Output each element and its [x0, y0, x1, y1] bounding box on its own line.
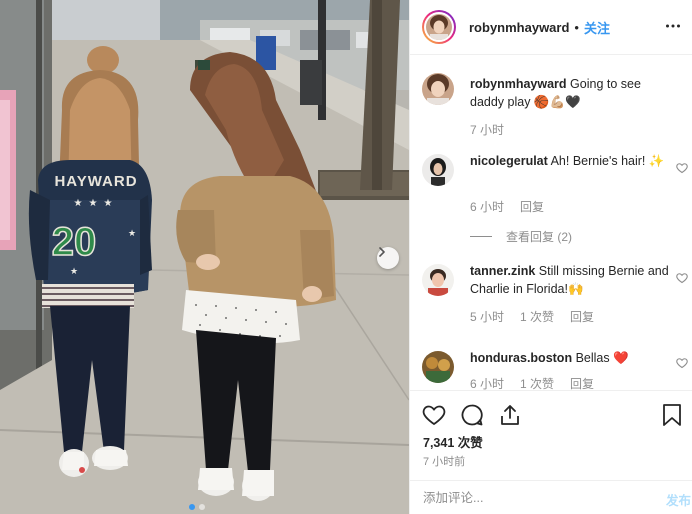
more-options-button[interactable]: [665, 18, 681, 37]
comment-likes[interactable]: 1 次赞: [520, 308, 554, 325]
svg-text:★★★: ★★★: [74, 198, 119, 209]
share-icon: [501, 405, 519, 425]
caption-username[interactable]: robynmhayward: [470, 77, 567, 91]
comment-text: Ah! Bernie's hair! ✨: [550, 154, 665, 168]
heart-icon: [422, 405, 446, 426]
like-button[interactable]: [422, 403, 446, 430]
view-replies-button[interactable]: 查看回复 (2): [470, 228, 572, 245]
add-comment-bar: 发布: [410, 480, 692, 514]
share-button[interactable]: [498, 403, 522, 430]
author-username[interactable]: robynmhayward: [469, 20, 569, 35]
caption-time[interactable]: 7 小时: [470, 121, 504, 138]
post-timestamp[interactable]: 7 小时前: [423, 453, 465, 469]
comment-username[interactable]: nicolegerulat: [470, 154, 548, 168]
like-comment-button[interactable]: [676, 357, 688, 372]
comment-username[interactable]: honduras.boston: [470, 351, 572, 365]
comment-avatar[interactable]: [422, 351, 454, 383]
post-side-panel: robynmhayward • 关注 robynmhayward Going t…: [409, 0, 692, 514]
reply-button[interactable]: 回复: [570, 308, 594, 325]
reply-button[interactable]: 回复: [520, 198, 544, 215]
photo-illustration: HAYWARD ★★★ 20 ★ ★: [0, 0, 409, 514]
caption-avatar[interactable]: [422, 73, 454, 105]
comment-time[interactable]: 6 小时: [470, 375, 504, 390]
svg-text:★: ★: [70, 267, 78, 277]
reply-button[interactable]: 回复: [570, 375, 594, 390]
jacket-name: HAYWARD: [54, 173, 137, 190]
view-replies-label: 查看回复 (2): [506, 230, 573, 244]
comment-meta: 6 小时 回复: [470, 198, 544, 215]
next-photo-button[interactable]: [377, 247, 399, 269]
caption-meta: 7 小时: [470, 121, 504, 138]
post-actions: 7,341 次赞 7 小时前: [410, 390, 692, 480]
bookmark-icon: [663, 404, 681, 426]
header-separator: •: [574, 19, 579, 35]
svg-text:★: ★: [128, 229, 136, 239]
comment-icon: [461, 404, 483, 426]
likes-count[interactable]: 7,341 次赞: [423, 432, 483, 451]
comment-username[interactable]: tanner.zink: [470, 264, 535, 278]
heart-icon: [676, 273, 688, 284]
follow-button[interactable]: 关注: [584, 18, 610, 37]
heart-icon: [676, 163, 688, 174]
like-comment-button[interactable]: [676, 272, 688, 287]
post-photo[interactable]: HAYWARD ★★★ 20 ★ ★: [0, 0, 409, 514]
like-comment-button[interactable]: [676, 162, 688, 177]
comment-button[interactable]: [460, 403, 484, 430]
comments-list[interactable]: robynmhayward Going to see daddy play 🏀💪…: [410, 56, 692, 390]
comment-time[interactable]: 6 小时: [470, 198, 504, 215]
post-comment-button[interactable]: 发布: [666, 490, 691, 509]
post-header: robynmhayward • 关注: [410, 0, 692, 55]
instagram-post: HAYWARD ★★★ 20 ★ ★ robynmhayward • 关注 ro…: [0, 0, 692, 514]
comment-meta: 5 小时 1 次赞 回复: [470, 308, 594, 325]
jacket-number: 20: [52, 220, 97, 264]
comment-text: Bellas ❤️: [575, 351, 629, 365]
comment-input[interactable]: [423, 488, 643, 508]
carousel-dot: [199, 504, 205, 510]
comment-likes[interactable]: 1 次赞: [520, 375, 554, 390]
save-button[interactable]: [661, 403, 683, 430]
heart-icon: [676, 358, 688, 369]
carousel-dots: [189, 504, 205, 510]
comment-avatar[interactable]: [422, 264, 454, 296]
comment-avatar[interactable]: [422, 154, 454, 186]
carousel-dot-active: [189, 504, 195, 510]
more-icon: [666, 24, 680, 28]
author-avatar-ring[interactable]: [422, 10, 456, 44]
replies-divider: [470, 236, 492, 237]
comment-time[interactable]: 5 小时: [470, 308, 504, 325]
comment-meta: 6 小时 1 次赞 回复: [470, 375, 594, 390]
author-avatar: [426, 14, 452, 40]
chevron-right-icon: [379, 247, 385, 257]
